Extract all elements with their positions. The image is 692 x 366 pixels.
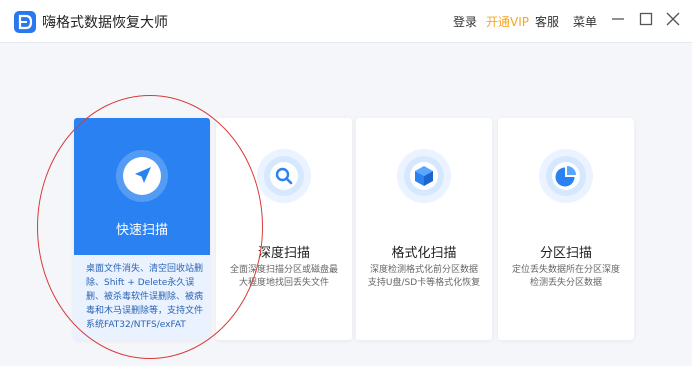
close-button[interactable] (664, 10, 682, 28)
close-icon (666, 12, 680, 26)
cube-icon (394, 146, 454, 206)
maximize-icon (639, 12, 653, 26)
maximize-button[interactable] (637, 10, 655, 28)
app-title: 嗨格式数据恢复大师 (42, 15, 168, 31)
title-bar: 嗨格式数据恢复大师 登录 开通VIP 客服 菜单 (0, 0, 692, 43)
card-description: 深度检测格式化前分区数据支持U盘/SD卡等格式化恢复 (367, 265, 481, 288)
quick-scan-card[interactable]: 快速扫描 桌面文件消失、清空回收站删除、Shift + Delete永久误删、被… (74, 118, 210, 340)
card-title: 深度扫描 (257, 246, 310, 261)
app-logo-icon (14, 11, 36, 33)
partition-scan-card[interactable]: 分区扫描 定位丢失数据所在分区深度检测丢失分区数据 (498, 118, 634, 340)
deep-scan-card[interactable]: 深度扫描 全面深度扫描分区或磁盘最大程度地找回丢失文件 (216, 118, 352, 340)
magnifier-icon (254, 146, 314, 206)
format-scan-card[interactable]: 格式化扫描 深度检测格式化前分区数据支持U盘/SD卡等格式化恢复 (356, 118, 492, 340)
card-description: 全面深度扫描分区或磁盘最大程度地找回丢失文件 (229, 265, 338, 288)
customer-service-link[interactable]: 客服 (535, 13, 559, 30)
pie-chart-icon (536, 146, 596, 206)
card-title: 分区扫描 (539, 246, 592, 261)
minimize-icon (612, 18, 624, 20)
minimize-button[interactable] (609, 10, 627, 28)
navigation-arrow-icon (112, 146, 172, 206)
vip-link[interactable]: 开通VIP (486, 13, 529, 30)
login-link[interactable]: 登录 (453, 13, 477, 30)
card-description: 定位丢失数据所在分区深度检测丢失分区数据 (511, 265, 620, 288)
menu-link[interactable]: 菜单 (573, 13, 597, 30)
card-title: 格式化扫描 (391, 246, 457, 261)
card-description: 桌面文件消失、清空回收站删除、Shift + Delete永久误删、被杀毒软件误… (86, 264, 204, 330)
card-title: 快速扫描 (115, 223, 168, 238)
